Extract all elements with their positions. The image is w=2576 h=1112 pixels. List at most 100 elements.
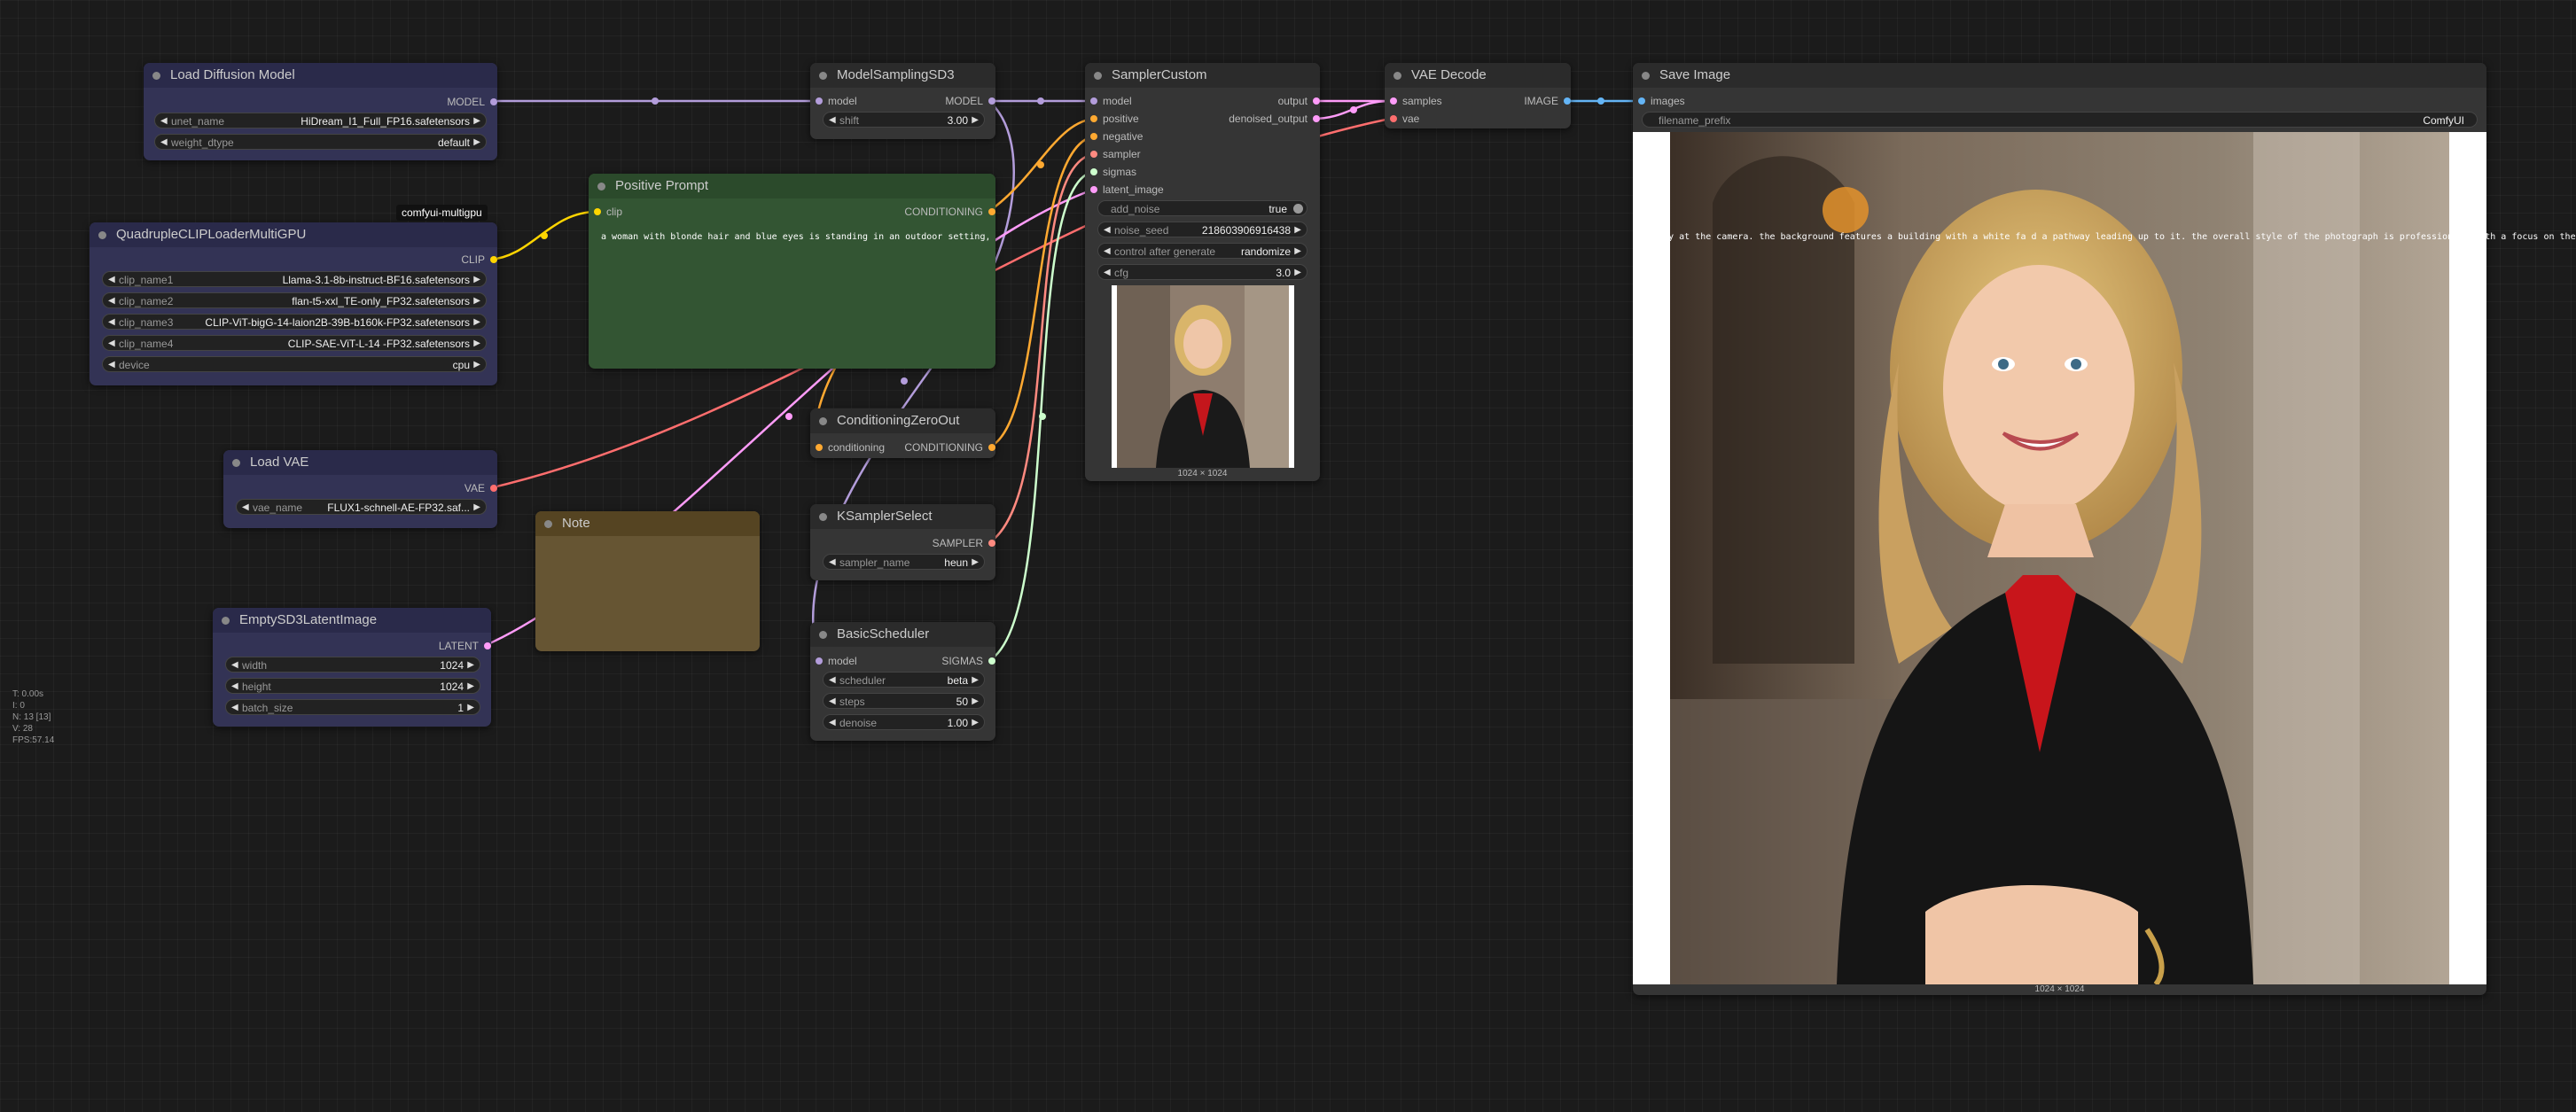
arrow-right-icon[interactable]: ▶: [972, 694, 979, 710]
input-slot-model[interactable]: model: [1090, 94, 1132, 108]
input-slot-latent-image[interactable]: latent_image: [1090, 183, 1164, 197]
arrow-left-icon[interactable]: ◀: [108, 293, 115, 309]
pin-icon[interactable]: [1090, 115, 1097, 122]
widget-steps[interactable]: ◀ steps 50 ▶: [823, 693, 985, 709]
node-header[interactable]: Positive Prompt: [589, 174, 995, 198]
pin-icon[interactable]: [988, 540, 995, 547]
widget-clip-name4[interactable]: ◀ clip_name4 CLIP-SAE-ViT-L-14 -FP32.safet…: [102, 335, 487, 351]
input-slot-conditioning[interactable]: conditioning: [816, 440, 885, 455]
input-slot-model[interactable]: model: [816, 94, 857, 108]
node-empty-sd3-latent-image[interactable]: EmptySD3LatentImage LATENT ◀ width 1024 ▶ ◀…: [213, 608, 491, 727]
widget-width[interactable]: ◀ width 1024 ▶: [225, 657, 480, 673]
arrow-left-icon[interactable]: ◀: [829, 673, 836, 688]
widget-vae-name[interactable]: ◀ vae_name FLUX1-schnell-AE-FP32.saf... ▶: [236, 499, 487, 515]
pin-icon[interactable]: [484, 642, 491, 649]
collapse-dot-icon[interactable]: [232, 459, 240, 467]
pin-icon[interactable]: [1090, 133, 1097, 140]
widget-unet-name[interactable]: ◀ unet_name HiDream_I1_Full_FP16.safetenso…: [154, 113, 487, 128]
pin-icon[interactable]: [1313, 115, 1320, 122]
pin-icon[interactable]: [1313, 97, 1320, 105]
widget-sampler-name[interactable]: ◀ sampler_name heun ▶: [823, 554, 985, 570]
arrow-left-icon[interactable]: ◀: [1104, 244, 1111, 260]
node-header[interactable]: Load VAE: [223, 450, 497, 475]
output-slot-sigmas[interactable]: SIGMAS: [941, 654, 995, 668]
widget-batch-size[interactable]: ◀ batch_size 1 ▶: [225, 699, 480, 715]
arrow-left-icon[interactable]: ◀: [231, 657, 238, 673]
arrow-right-icon[interactable]: ▶: [1294, 244, 1301, 260]
collapse-dot-icon[interactable]: [1094, 72, 1102, 80]
arrow-right-icon[interactable]: ▶: [972, 555, 979, 571]
node-header[interactable]: QuadrupleCLIPLoaderMultiGPU: [90, 222, 497, 247]
pin-icon[interactable]: [490, 485, 497, 492]
node-conditioning-zero-out[interactable]: ConditioningZeroOut conditioning CONDITI…: [810, 408, 995, 458]
widget-height[interactable]: ◀ height 1024 ▶: [225, 678, 480, 694]
output-slot-model[interactable]: MODEL: [447, 95, 497, 109]
arrow-right-icon[interactable]: ▶: [467, 679, 474, 695]
pin-icon[interactable]: [1090, 151, 1097, 158]
collapse-dot-icon[interactable]: [1393, 72, 1401, 80]
arrow-left-icon[interactable]: ◀: [829, 715, 836, 731]
output-slot-clip[interactable]: CLIP: [461, 253, 497, 267]
arrow-right-icon[interactable]: ▶: [473, 135, 480, 151]
arrow-left-icon[interactable]: ◀: [160, 135, 168, 151]
pin-icon[interactable]: [816, 97, 823, 105]
widget-clip-name1[interactable]: ◀ clip_name1 Llama-3.1-8b-instruct-BF16.sa…: [102, 271, 487, 287]
preview-image[interactable]: [1112, 285, 1294, 468]
arrow-left-icon[interactable]: ◀: [829, 113, 836, 128]
arrow-right-icon[interactable]: ▶: [1294, 265, 1301, 281]
pin-icon[interactable]: [1090, 186, 1097, 193]
output-slot-denoised-output[interactable]: denoised_output: [1229, 112, 1320, 126]
collapse-dot-icon[interactable]: [222, 617, 230, 625]
arrow-left-icon[interactable]: ◀: [160, 113, 168, 129]
arrow-right-icon[interactable]: ▶: [467, 657, 474, 673]
arrow-left-icon[interactable]: ◀: [108, 272, 115, 288]
input-slot-model[interactable]: model: [816, 654, 857, 668]
widget-noise-seed[interactable]: ◀ noise_seed 218603906916438 ▶: [1097, 222, 1308, 237]
node-header[interactable]: Load Diffusion Model: [144, 63, 497, 88]
pin-icon[interactable]: [490, 98, 497, 105]
arrow-right-icon[interactable]: ▶: [473, 500, 480, 516]
node-header[interactable]: BasicScheduler: [810, 622, 995, 647]
input-slot-samples[interactable]: samples: [1390, 94, 1442, 108]
pin-icon[interactable]: [1638, 97, 1645, 105]
arrow-right-icon[interactable]: ▶: [473, 293, 480, 309]
output-slot-conditioning[interactable]: CONDITIONING: [904, 205, 995, 219]
collapse-dot-icon[interactable]: [819, 72, 827, 80]
node-header[interactable]: KSamplerSelect: [810, 504, 995, 529]
collapse-dot-icon[interactable]: [819, 513, 827, 521]
node-header[interactable]: Note: [535, 511, 760, 536]
pin-icon[interactable]: [594, 208, 601, 215]
node-header[interactable]: ConditioningZeroOut: [810, 408, 995, 433]
widget-shift[interactable]: ◀ shift 3.00 ▶: [823, 112, 985, 128]
arrow-left-icon[interactable]: ◀: [231, 700, 238, 716]
output-image[interactable]: [1633, 132, 2486, 984]
node-note[interactable]: Note: [535, 511, 760, 651]
arrow-right-icon[interactable]: ▶: [972, 673, 979, 688]
arrow-left-icon[interactable]: ◀: [242, 500, 249, 516]
node-header[interactable]: VAE Decode: [1385, 63, 1571, 88]
input-slot-negative[interactable]: negative: [1090, 129, 1143, 144]
node-load-diffusion-model[interactable]: Load Diffusion Model MODEL ◀ unet_name HiD…: [144, 63, 497, 160]
widget-cfg[interactable]: ◀ cfg 3.0 ▶: [1097, 264, 1308, 280]
widget-filename-prefix[interactable]: filename_prefix ComfyUI: [1642, 112, 2478, 128]
widget-device[interactable]: ◀ device cpu ▶: [102, 356, 487, 372]
node-positive-prompt[interactable]: Positive Prompt clip CONDITIONING a woma…: [589, 174, 995, 369]
arrow-left-icon[interactable]: ◀: [231, 679, 238, 695]
node-basic-scheduler[interactable]: BasicScheduler model SIGMAS ◀ scheduler be…: [810, 622, 995, 741]
pin-icon[interactable]: [1564, 97, 1571, 105]
pin-icon[interactable]: [988, 208, 995, 215]
node-vae-decode[interactable]: VAE Decode samples vae IMAGE: [1385, 63, 1571, 128]
input-slot-vae[interactable]: vae: [1390, 112, 1419, 126]
collapse-dot-icon[interactable]: [152, 72, 160, 80]
toggle-knob-icon[interactable]: [1293, 204, 1303, 214]
widget-clip-name3[interactable]: ◀ clip_name3 CLIP-ViT-bigG-14-laion2B-39B-…: [102, 314, 487, 330]
widget-scheduler[interactable]: ◀ scheduler beta ▶: [823, 672, 985, 688]
prompt-textarea[interactable]: a woman with blonde hair and blue eyes i…: [601, 232, 988, 242]
input-slot-sigmas[interactable]: sigmas: [1090, 165, 1136, 179]
pin-icon[interactable]: [816, 657, 823, 665]
node-load-vae[interactable]: Load VAE VAE ◀ vae_name FLUX1-schnell-AE-F…: [223, 450, 497, 528]
widget-control-after-generate[interactable]: ◀ control after generate randomize ▶: [1097, 243, 1308, 259]
arrow-left-icon[interactable]: ◀: [108, 315, 115, 330]
collapse-dot-icon[interactable]: [819, 631, 827, 639]
output-slot-sampler[interactable]: SAMPLER: [933, 536, 995, 550]
